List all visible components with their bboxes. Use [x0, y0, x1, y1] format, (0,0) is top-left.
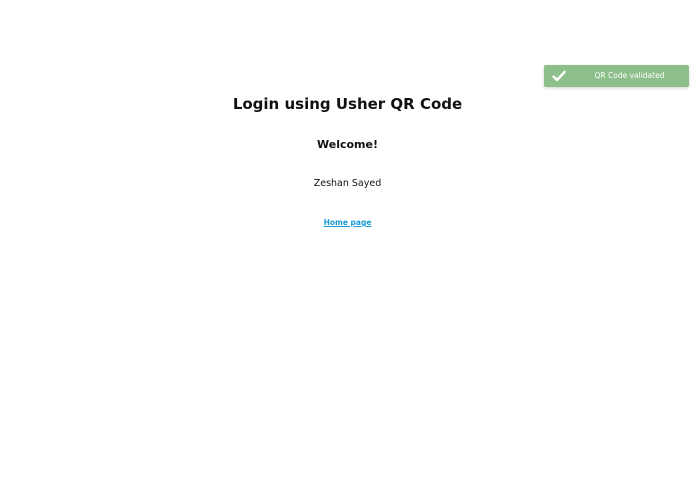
home-link-container: Home page: [0, 217, 695, 229]
checkmark-icon: [552, 70, 566, 82]
toast-message: QR Code validated: [594, 71, 665, 80]
page-title: Login using Usher QR Code: [232, 95, 463, 113]
welcome-heading: Welcome!: [317, 138, 378, 151]
user-name: Zeshan Sayed: [313, 178, 382, 189]
home-page-link[interactable]: Home page: [324, 218, 372, 227]
success-toast[interactable]: QR Code validated: [544, 65, 689, 87]
